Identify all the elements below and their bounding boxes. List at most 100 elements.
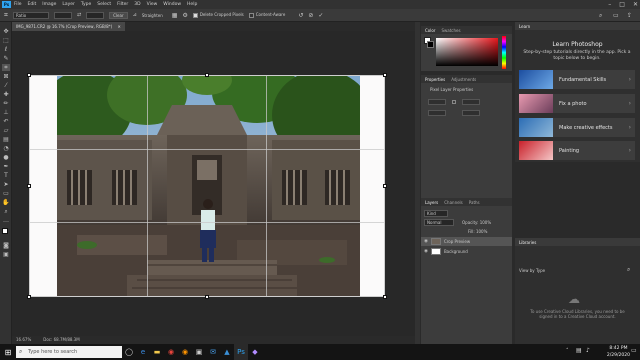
brush-tool-icon[interactable]: ✏ <box>2 100 10 107</box>
opacity-field[interactable]: Opacity: 100% <box>462 220 491 225</box>
delete-cropped-option[interactable]: Delete Cropped Pixels <box>192 12 244 18</box>
crop-handle-top[interactable] <box>205 73 209 77</box>
eyedropper-tool-icon[interactable]: ⁄ <box>2 82 10 89</box>
learn-card-painting[interactable]: Painting › <box>519 141 635 160</box>
fill-field[interactable]: Fill: 100% <box>468 229 487 234</box>
menu-view[interactable]: View <box>147 2 158 7</box>
property-field-y[interactable] <box>462 110 480 116</box>
bg-color-chip[interactable] <box>427 41 434 48</box>
quick-mask-icon[interactable]: ◙ <box>2 242 10 249</box>
chrome-icon[interactable]: ◉ <box>164 344 178 360</box>
crop-handle-bottom-right[interactable] <box>383 295 387 299</box>
layer-row[interactable]: ◉ Background <box>421 247 512 256</box>
property-link-icon[interactable] <box>452 100 456 104</box>
cancel-icon[interactable]: ⊘ <box>308 12 313 19</box>
taskbar-clock[interactable]: 8:42 PM 2/29/2020 <box>607 344 630 360</box>
property-field-h[interactable] <box>462 99 480 105</box>
gradient-tool-icon[interactable]: ▤ <box>2 136 10 143</box>
learn-card-creative-effects[interactable]: Make creative effects › <box>519 118 635 137</box>
tab-paths[interactable]: Paths <box>469 200 480 205</box>
crop-handle-top-right[interactable] <box>383 73 387 77</box>
volume-icon[interactable]: ♪ <box>586 347 590 354</box>
layer-row[interactable]: ◉ Crop Preview <box>421 237 512 246</box>
menu-filter[interactable]: Filter <box>117 2 128 7</box>
task-view-icon[interactable]: ◯ <box>122 344 136 360</box>
photos-icon[interactable]: ▲ <box>220 344 234 360</box>
menu-help[interactable]: Help <box>187 2 197 7</box>
document-size[interactable]: Doc: 68.7M/88.3M <box>43 336 79 344</box>
tab-swatches[interactable]: Swatches <box>441 28 460 33</box>
grid-overlay-icon[interactable]: ▦ <box>172 12 178 19</box>
ratio-height-input[interactable] <box>86 11 105 19</box>
app-icon[interactable]: ◆ <box>248 344 262 360</box>
taskbar-search-box[interactable]: ⌕ Type here to search <box>16 346 122 358</box>
crop-handle-left[interactable] <box>27 184 31 188</box>
crop-handle-top-left[interactable] <box>27 73 31 77</box>
menu-type[interactable]: Type <box>81 2 91 7</box>
marquee-tool-icon[interactable]: ⬚ <box>2 37 10 44</box>
store-icon[interactable]: ▣ <box>192 344 206 360</box>
network-icon[interactable]: ▤ <box>576 347 582 354</box>
eye-visibility-icon[interactable]: ◉ <box>424 247 428 256</box>
menu-3d[interactable]: 3D <box>134 2 140 7</box>
eraser-tool-icon[interactable]: ▱ <box>2 127 10 134</box>
blend-mode-select[interactable]: Normal <box>424 219 454 226</box>
ratio-select[interactable]: Ratio <box>12 11 49 19</box>
learn-card-fix-a-photo[interactable]: Fix a photo › <box>519 94 635 113</box>
share-icon[interactable]: ⇪ <box>627 12 632 19</box>
menu-select[interactable]: Select <box>97 2 111 7</box>
windows-start-icon[interactable]: ⊞ <box>0 344 16 360</box>
minimize-icon[interactable]: – <box>608 1 611 8</box>
swap-icon[interactable]: ⇄ <box>77 12 81 18</box>
dodge-tool-icon[interactable]: ● <box>2 154 10 161</box>
history-brush-tool-icon[interactable]: ↶ <box>2 118 10 125</box>
hue-slider[interactable] <box>502 36 506 69</box>
crop-handle-bottom-left[interactable] <box>27 295 31 299</box>
tray-chevron-icon[interactable]: ˄ <box>566 348 569 354</box>
hand-tool-icon[interactable]: ✋ <box>2 199 10 206</box>
photoshop-taskbar-icon[interactable]: Ps <box>234 344 248 360</box>
menu-file[interactable]: File <box>14 2 22 7</box>
property-field-w[interactable] <box>428 99 446 105</box>
menu-edit[interactable]: Edit <box>28 2 37 7</box>
blur-tool-icon[interactable]: ◔ <box>2 145 10 152</box>
type-tool-icon[interactable]: T <box>2 172 10 179</box>
tab-channels[interactable]: Channels <box>444 200 463 205</box>
lasso-tool-icon[interactable]: ℓ <box>2 46 10 53</box>
quick-select-tool-icon[interactable]: ✎ <box>2 55 10 62</box>
crop-handle-bottom[interactable] <box>205 295 209 299</box>
clone-stamp-tool-icon[interactable]: ⊥ <box>2 109 10 116</box>
more-tools-icon[interactable]: … <box>2 217 10 224</box>
color-picker-field[interactable] <box>436 38 498 66</box>
screen-mode-icon[interactable]: ▣ <box>2 251 10 258</box>
file-explorer-icon[interactable]: ▬ <box>150 344 164 360</box>
tab-libraries[interactable]: Libraries <box>519 240 536 245</box>
straighten-icon[interactable]: ⊿ <box>133 12 137 18</box>
layer-filter-kind[interactable]: Kind <box>424 210 448 217</box>
foreground-color-swatch[interactable] <box>2 228 8 234</box>
crop-handle-right[interactable] <box>383 184 387 188</box>
mail-icon[interactable]: ✉ <box>206 344 220 360</box>
tab-color[interactable]: Color <box>425 28 435 33</box>
view-by-type-select[interactable]: View by Type <box>519 268 545 273</box>
libraries-search-icon[interactable]: ⌕ <box>627 266 630 274</box>
eye-visibility-icon[interactable]: ◉ <box>424 237 428 246</box>
tab-layers[interactable]: Layers <box>425 200 438 205</box>
crop-tool-icon-active[interactable]: ⌗ <box>2 64 10 71</box>
edge-browser-icon[interactable]: e <box>136 344 150 360</box>
property-field-x[interactable] <box>428 110 446 116</box>
zoom-level[interactable]: 16.67% <box>16 336 31 344</box>
rectangle-tool-icon[interactable]: ▭ <box>2 190 10 197</box>
commit-checkmark-icon[interactable]: ✓ <box>318 12 323 19</box>
straighten-label[interactable]: Straighten <box>142 13 163 18</box>
search-icon[interactable]: ⌕ <box>599 12 602 20</box>
pen-tool-icon[interactable]: ✒ <box>2 163 10 170</box>
menu-image[interactable]: Image <box>42 2 56 7</box>
content-aware-option[interactable]: Content-Aware <box>248 12 285 18</box>
workspace-icon[interactable]: ▭ <box>613 12 619 19</box>
settings-gear-icon[interactable]: ⚙ <box>182 12 187 19</box>
content-aware-checkbox[interactable] <box>248 12 254 18</box>
document-tab[interactable]: IMG_9871.CR2 @ 16.7% (Crop Preview, RGB/… <box>12 22 125 31</box>
menu-layer[interactable]: Layer <box>62 2 75 7</box>
menu-window[interactable]: Window <box>163 2 181 7</box>
